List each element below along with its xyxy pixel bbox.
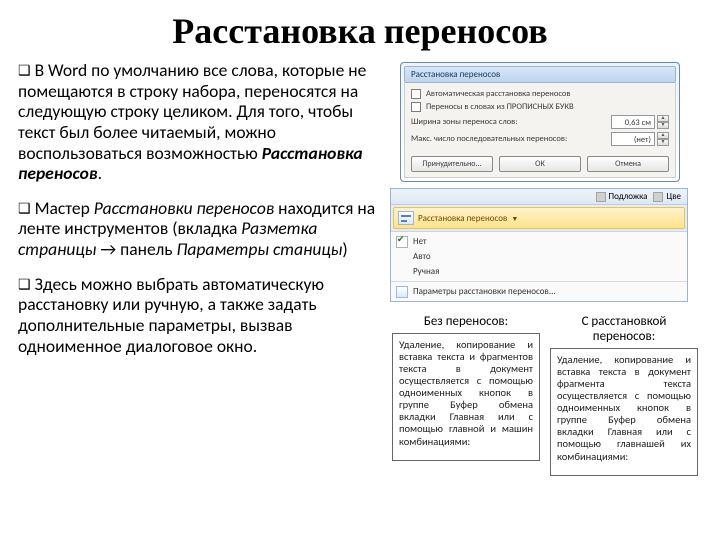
bullet-icon: ❑ (18, 62, 31, 79)
row2-label: Макс. число последовательных переносов: (411, 134, 567, 144)
right-column: Расстановка переносов Автоматическая рас… (388, 60, 708, 476)
max-consecutive-spinner[interactable]: (нет) ▲▼ (611, 132, 669, 146)
checkbox-icon (411, 102, 421, 112)
chk2-label: Переносы в словах из ПРОПИСНЫХ БУКВ (426, 102, 574, 112)
max-consecutive-value: (нет) (611, 132, 655, 146)
pagecolor-icon (653, 192, 663, 202)
compare-col-hyph: С расстановкой переносов: Удаление, копи… (550, 314, 698, 476)
dialog-body: Автоматическая расстановка переносов Пер… (404, 83, 676, 178)
p3-text: Здесь можно выбрать автоматическую расст… (18, 273, 324, 357)
p1-period: . (98, 162, 102, 184)
hyphenation-icon (398, 211, 414, 225)
checkbox-icon (411, 89, 421, 99)
paragraph-3: ❑Здесь можно выбрать автоматическую расс… (18, 274, 378, 357)
watermark-label: Подложка (609, 191, 648, 202)
pagecolor-label: Цве (666, 191, 681, 202)
spin-up-icon[interactable]: ▲ (657, 115, 669, 122)
p2-e: → панель (96, 238, 176, 260)
menu-item-options[interactable]: Параметры расстановки переносов... (391, 284, 687, 299)
cancel-button[interactable]: Отмена (587, 156, 669, 172)
nohyph-label: Без переносов: (392, 314, 540, 329)
left-column: ❑В Word по умолчанию все слова, которые … (18, 60, 388, 476)
hyphenation-label: Расстановка переносов (418, 213, 507, 224)
content-layout: ❑В Word по умолчанию все слова, которые … (0, 60, 720, 476)
hyph-text: Удаление, копирование и встав­ка текста … (550, 348, 698, 476)
spin-up-icon[interactable]: ▲ (657, 132, 669, 139)
watermark-button[interactable]: Подложка (596, 191, 648, 202)
row-max-consecutive: Макс. число последовательных переносов: … (411, 132, 669, 146)
spin-down-icon[interactable]: ▼ (657, 122, 669, 129)
spin-down-icon[interactable]: ▼ (657, 139, 669, 146)
zone-width-value: 0,63 см (611, 115, 655, 129)
zone-width-spinner[interactable]: 0,63 см ▲▼ (611, 115, 669, 129)
menu-item-manual[interactable]: Ручная (391, 264, 687, 279)
dialog-actions: Принудительно... ОК Отмена (411, 152, 669, 175)
ribbon-panel: Подложка Цве Расстановка переносов ▼ Нет… (390, 188, 688, 302)
hyphenation-dialog: Расстановка переносов Автоматическая рас… (400, 62, 680, 182)
watermark-icon (596, 192, 606, 202)
comparison-row: Без переносов: Удаление, копирование и в… (388, 314, 708, 476)
dialog-title-text: Расстановка переносов (411, 69, 500, 80)
p2-g: ) (342, 238, 347, 260)
p2-a: Мастер (35, 197, 94, 219)
menu-item-auto[interactable]: Авто (391, 249, 687, 264)
ok-button[interactable]: ОК (499, 156, 581, 172)
menu-separator (391, 281, 687, 282)
hyphenation-dropdown-button[interactable]: Расстановка переносов ▼ (393, 207, 685, 229)
dialog-titlebar: Расстановка переносов (404, 66, 676, 83)
page-title: Расстановка переносов (0, 0, 720, 60)
pagecolor-button[interactable]: Цве (653, 191, 681, 202)
checkbox-auto-hyphenation[interactable]: Автоматическая расстановка переносов (411, 89, 669, 99)
chevron-down-icon: ▼ (511, 214, 518, 223)
chk1-label: Автоматическая расстановка переносов (426, 89, 570, 99)
row1-label: Ширина зоны переноса слов: (411, 117, 518, 127)
menu-item-none[interactable]: Нет (391, 234, 687, 249)
ribbon-top-row: Подложка Цве (391, 189, 687, 205)
paragraph-1: ❑В Word по умолчанию все слова, которые … (18, 60, 378, 184)
manual-button[interactable]: Принудительно... (411, 156, 493, 172)
hyph-label: С расстановкой переносов: (550, 314, 698, 344)
hyphenation-menu: Нет Авто Ручная Параметры расстановки пе… (391, 231, 687, 301)
compare-col-nohyph: Без переносов: Удаление, копирование и в… (392, 314, 540, 476)
row-zone-width: Ширина зоны переноса слов: 0,63 см ▲▼ (411, 115, 669, 129)
paragraph-2: ❑Мастер Расстановки переносов находится … (18, 198, 378, 260)
p2-b: Расстановки переносов (94, 197, 274, 219)
bullet-icon: ❑ (18, 276, 31, 293)
bullet-icon: ❑ (18, 200, 31, 217)
checkbox-caps-hyphenation[interactable]: Переносы в словах из ПРОПИСНЫХ БУКВ (411, 102, 669, 112)
nohyph-text: Удаление, копирование и вставка текста и… (392, 333, 540, 461)
p2-f: Параметры станицы (177, 238, 343, 260)
